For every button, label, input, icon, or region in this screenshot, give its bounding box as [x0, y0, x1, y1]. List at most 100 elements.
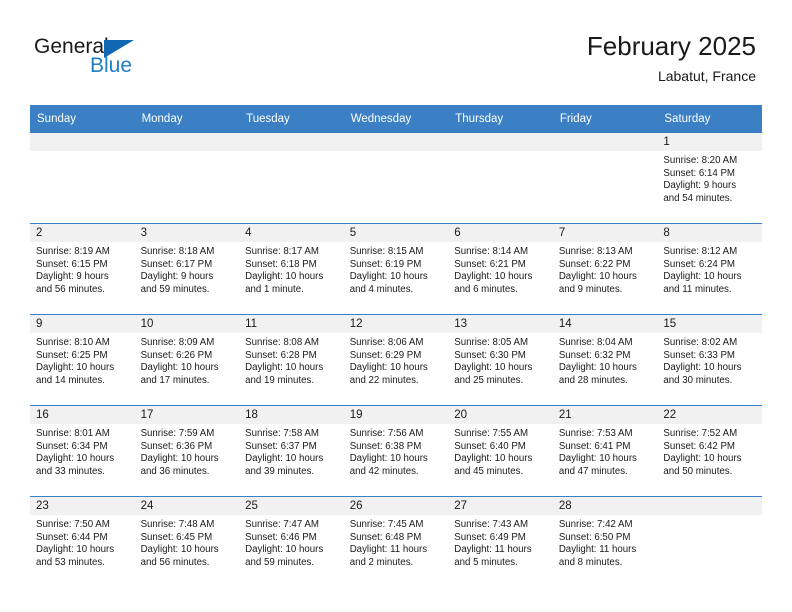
calendar-header-row: Sunday Monday Tuesday Wednesday Thursday…	[30, 105, 762, 133]
day-details: Sunrise: 8:04 AM Sunset: 6:32 PM Daylight:…	[553, 333, 658, 387]
calendar-cell: 25 Sunrise: 7:47 AM Sunset: 6:46 PM Dayligh…	[239, 496, 344, 587]
day-cell[interactable]: 6 Sunrise: 8:14 AM Sunset: 6:21 PM Daylight…	[448, 224, 553, 314]
day-number: 26	[343, 497, 449, 515]
day-details: Sunrise: 8:08 AM Sunset: 6:28 PM Daylight:…	[239, 333, 344, 387]
calendar-cell: 4 Sunrise: 8:17 AM Sunset: 6:18 PM Daylight…	[239, 223, 344, 315]
calendar-cell: 14 Sunrise: 8:04 AM Sunset: 6:32 PM Dayligh…	[552, 314, 658, 406]
day-cell[interactable]: 1 Sunrise: 8:20 AM Sunset: 6:14 PM Daylight…	[657, 133, 762, 223]
calendar-table: Sunday Monday Tuesday Wednesday Thursday…	[30, 105, 762, 587]
day-cell[interactable]: 16 Sunrise: 8:01 AM Sunset: 6:34 PM Dayligh…	[30, 406, 135, 496]
sunrise-time: Sunrise: 7:53 AM	[558, 428, 633, 439]
daylight-duration-line2: and 17 minutes.	[140, 374, 210, 386]
sunset-time: Sunset: 6:19 PM	[349, 258, 422, 270]
calendar-cell: 18 Sunrise: 7:58 AM Sunset: 6:37 PM Dayligh…	[239, 405, 344, 497]
calendar-cell: 23 Sunrise: 7:50 AM Sunset: 6:44 PM Dayligh…	[30, 496, 135, 587]
day-details: Sunrise: 8:17 AM Sunset: 6:18 PM Daylight:…	[239, 242, 344, 296]
day-number: 18	[239, 406, 344, 424]
day-cell[interactable]: 28 Sunrise: 7:42 AM Sunset: 6:50 PM Dayligh…	[552, 497, 658, 587]
daylight-duration-line2: and 28 minutes.	[558, 374, 628, 386]
sunrise-time: Sunrise: 8:19 AM	[36, 246, 110, 257]
daylight-duration-line1: Daylight: 10 hours	[454, 271, 533, 283]
daylight-duration-line1: Daylight: 10 hours	[36, 362, 115, 374]
day-cell[interactable]: 23 Sunrise: 7:50 AM Sunset: 6:44 PM Dayligh…	[30, 497, 135, 587]
daylight-duration-line1: Daylight: 9 hours	[36, 271, 109, 283]
day-cell[interactable]: 12 Sunrise: 8:06 AM Sunset: 6:29 PM Dayligh…	[343, 315, 449, 405]
day-cell[interactable]: 25 Sunrise: 7:47 AM Sunset: 6:46 PM Dayligh…	[239, 497, 344, 587]
day-cell[interactable]: 13 Sunrise: 8:05 AM Sunset: 6:30 PM Dayligh…	[448, 315, 553, 405]
day-cell[interactable]: 17 Sunrise: 7:59 AM Sunset: 6:36 PM Dayligh…	[134, 406, 240, 496]
day-cell[interactable]: 20 Sunrise: 7:55 AM Sunset: 6:40 PM Dayligh…	[448, 406, 553, 496]
day-cell[interactable]: 5 Sunrise: 8:15 AM Sunset: 6:19 PM Daylight…	[343, 224, 449, 314]
day-cell[interactable]: 10 Sunrise: 8:09 AM Sunset: 6:26 PM Dayligh…	[134, 315, 240, 405]
weekday-header-wednesday: Wednesday	[343, 105, 449, 133]
calendar-week-row: 2 Sunrise: 8:19 AM Sunset: 6:15 PM Daylight…	[30, 223, 762, 315]
day-cell[interactable]: 11 Sunrise: 8:08 AM Sunset: 6:28 PM Dayligh…	[239, 315, 344, 405]
daylight-duration-line1: Daylight: 11 hours	[558, 544, 637, 556]
brand-logo[interactable]: General Blue	[34, 36, 214, 84]
daylight-duration-line1: Daylight: 11 hours	[454, 544, 532, 556]
day-cell[interactable]: 24 Sunrise: 7:48 AM Sunset: 6:45 PM Dayligh…	[134, 497, 240, 587]
daylight-duration-line2: and 33 minutes.	[36, 465, 105, 477]
day-cell[interactable]: 7 Sunrise: 8:13 AM Sunset: 6:22 PM Daylight…	[552, 224, 658, 314]
day-cell[interactable]: 21 Sunrise: 7:53 AM Sunset: 6:41 PM Dayligh…	[552, 406, 658, 496]
calendar-week-row: 23 Sunrise: 7:50 AM Sunset: 6:44 PM Dayligh…	[30, 496, 762, 587]
day-number: 25	[239, 497, 344, 515]
sunset-time: Sunset: 6:40 PM	[454, 440, 526, 452]
day-details: Sunrise: 7:55 AM Sunset: 6:40 PM Daylight:…	[448, 424, 553, 478]
daylight-duration-line2: and 45 minutes.	[454, 465, 524, 477]
calendar-body: 1 Sunrise: 8:20 AM Sunset: 6:14 PM Daylight…	[30, 133, 762, 587]
sunset-time: Sunset: 6:38 PM	[349, 440, 422, 452]
daylight-duration-line1: Daylight: 10 hours	[245, 453, 324, 465]
sunrise-time: Sunrise: 7:58 AM	[245, 428, 319, 439]
day-number	[239, 133, 344, 151]
sunrise-time: Sunrise: 8:10 AM	[36, 337, 110, 348]
day-cell[interactable]: 26 Sunrise: 7:45 AM Sunset: 6:48 PM Dayligh…	[343, 497, 449, 587]
sunrise-time: Sunrise: 8:14 AM	[454, 246, 529, 257]
calendar-cell: 13 Sunrise: 8:05 AM Sunset: 6:30 PM Dayligh…	[448, 314, 553, 406]
day-details: Sunrise: 8:18 AM Sunset: 6:17 PM Daylight:…	[135, 242, 240, 296]
daylight-duration-line2: and 30 minutes.	[663, 374, 733, 386]
day-number: 5	[343, 224, 449, 242]
day-cell[interactable]: 19 Sunrise: 7:56 AM Sunset: 6:38 PM Dayligh…	[343, 406, 449, 496]
daylight-duration-line2: and 19 minutes.	[245, 374, 315, 386]
daylight-duration-line2: and 56 minutes.	[36, 283, 105, 295]
day-details: Sunrise: 7:59 AM Sunset: 6:36 PM Daylight:…	[135, 424, 240, 478]
daylight-duration-line2: and 59 minutes.	[140, 283, 210, 295]
calendar-cell: 5 Sunrise: 8:15 AM Sunset: 6:19 PM Daylight…	[343, 223, 449, 315]
day-cell-empty	[134, 133, 240, 223]
day-cell[interactable]: 2 Sunrise: 8:19 AM Sunset: 6:15 PM Daylight…	[30, 224, 135, 314]
daylight-duration-line1: Daylight: 10 hours	[663, 362, 742, 374]
day-cell[interactable]: 18 Sunrise: 7:58 AM Sunset: 6:37 PM Dayligh…	[239, 406, 344, 496]
day-cell[interactable]: 22 Sunrise: 7:52 AM Sunset: 6:42 PM Dayligh…	[657, 406, 762, 496]
day-cell[interactable]: 4 Sunrise: 8:17 AM Sunset: 6:18 PM Daylight…	[239, 224, 344, 314]
sunrise-time: Sunrise: 7:52 AM	[663, 428, 738, 439]
day-cell-empty	[239, 133, 344, 223]
sunset-time: Sunset: 6:33 PM	[663, 349, 735, 361]
calendar-cell	[134, 133, 240, 224]
day-number: 7	[552, 224, 658, 242]
day-cell[interactable]: 15 Sunrise: 8:02 AM Sunset: 6:33 PM Dayligh…	[657, 315, 762, 405]
daylight-duration-line2: and 11 minutes.	[663, 283, 732, 295]
daylight-duration-line2: and 4 minutes.	[349, 283, 414, 295]
day-cell[interactable]: 9 Sunrise: 8:10 AM Sunset: 6:25 PM Daylight…	[30, 315, 135, 405]
calendar-week-row: 16 Sunrise: 8:01 AM Sunset: 6:34 PM Dayligh…	[30, 405, 762, 497]
daylight-duration-line1: Daylight: 10 hours	[36, 453, 115, 465]
weekday-header-monday: Monday	[134, 105, 240, 133]
daylight-duration-line2: and 14 minutes.	[36, 374, 105, 386]
page-subtitle: Labatut, France	[657, 68, 756, 84]
sunset-time: Sunset: 6:32 PM	[558, 349, 631, 361]
sunrise-time: Sunrise: 7:43 AM	[454, 519, 529, 530]
day-details: Sunrise: 8:09 AM Sunset: 6:26 PM Daylight:…	[135, 333, 240, 387]
day-cell[interactable]: 14 Sunrise: 8:04 AM Sunset: 6:32 PM Dayligh…	[552, 315, 658, 405]
day-number: 10	[134, 315, 240, 333]
day-cell[interactable]: 27 Sunrise: 7:43 AM Sunset: 6:49 PM Dayligh…	[448, 497, 553, 587]
day-cell[interactable]: 3 Sunrise: 8:18 AM Sunset: 6:17 PM Daylight…	[134, 224, 240, 314]
sunset-time: Sunset: 6:18 PM	[245, 258, 317, 270]
daylight-duration-line2: and 47 minutes.	[558, 465, 628, 477]
sunset-time: Sunset: 6:41 PM	[558, 440, 631, 452]
sunrise-time: Sunrise: 8:08 AM	[245, 337, 319, 348]
calendar-cell: 3 Sunrise: 8:18 AM Sunset: 6:17 PM Daylight…	[134, 223, 240, 315]
day-cell[interactable]: 8 Sunrise: 8:12 AM Sunset: 6:24 PM Daylight…	[657, 224, 762, 314]
sunset-time: Sunset: 6:37 PM	[245, 440, 317, 452]
day-details: Sunrise: 8:15 AM Sunset: 6:19 PM Daylight:…	[344, 242, 449, 296]
